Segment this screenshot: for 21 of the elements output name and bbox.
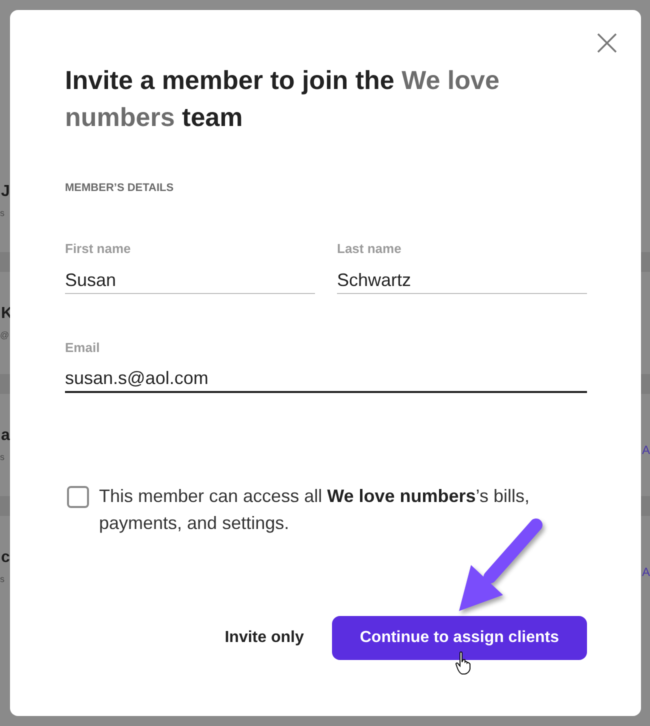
list-item-name: J (0, 182, 10, 200)
email-field[interactable]: susan.s@aol.com (65, 360, 587, 393)
list-item-detail: s (0, 450, 4, 464)
checkbox[interactable] (67, 486, 89, 508)
invite-only-button[interactable]: Invite only (220, 623, 308, 653)
hand-cursor-icon (455, 651, 472, 675)
name-field[interactable]: Susan (65, 261, 315, 294)
field-label: Last name (337, 241, 402, 257)
list-item-name: a (0, 426, 10, 444)
dialog-title: Invite a member to join the We love numbers team (65, 64, 500, 134)
list-item-detail: s (0, 206, 4, 220)
close-icon[interactable] (597, 33, 617, 53)
list-item-detail: s (0, 572, 4, 586)
field-label: First name (65, 241, 132, 257)
field-label: Email (65, 340, 101, 356)
name-field[interactable]: Schwartz (337, 261, 587, 294)
list-item-detail: @ (0, 328, 10, 342)
section-label: MEMBER’S DETAILS (65, 181, 175, 195)
list-item-name: c (0, 548, 10, 566)
continue-button[interactable]: Continue to assign clients (332, 616, 587, 660)
access-permission-text: This member can access all We love numbers’s bills, payments, and settings. (99, 485, 530, 535)
